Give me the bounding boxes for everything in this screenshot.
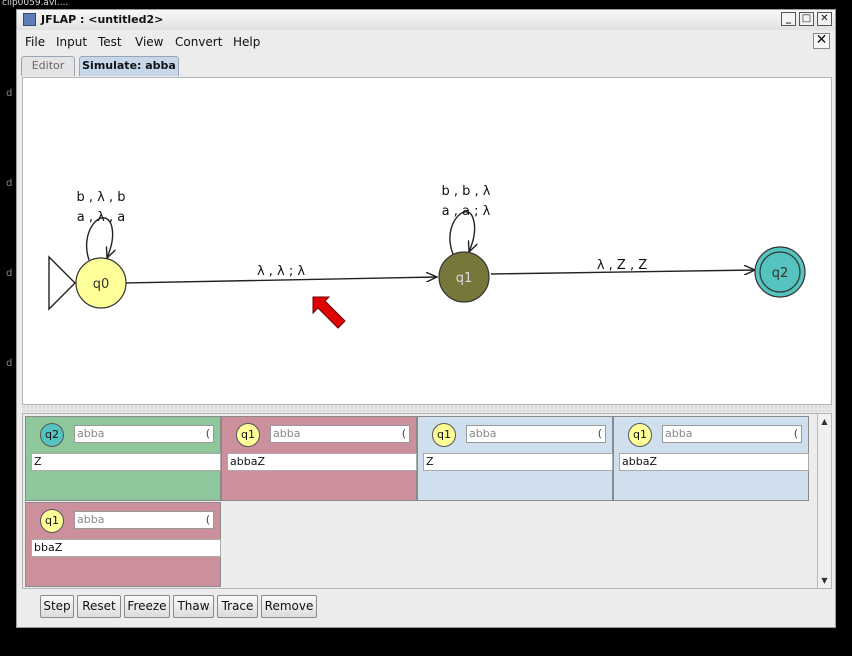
menu-input[interactable]: Input [56, 35, 87, 49]
config-stack: bbaZ [31, 539, 221, 557]
simulation-toolbar: Step Reset Freeze Thaw Trace Remove [22, 591, 832, 623]
loop-label-q0-a: a , λ , a [77, 210, 125, 225]
app-window: JFLAP : <untitled2> _ □ ✕ File Input Tes… [16, 9, 836, 628]
title-bar[interactable]: JFLAP : <untitled2> _ □ ✕ [17, 10, 835, 31]
config-stack: Z [31, 453, 221, 471]
config-state-icon: q1 [236, 423, 260, 447]
config-state-icon: q2 [40, 423, 64, 447]
jflap-app-icon [23, 13, 36, 26]
config-input-tape: abba ( [466, 425, 606, 443]
remove-button[interactable]: Remove [261, 595, 317, 618]
configuration-card[interactable]: q2 abba ( Z [25, 416, 221, 501]
window-title: JFLAP : <untitled2> [41, 13, 164, 26]
config-state-icon: q1 [628, 423, 652, 447]
tape-end-marker: ( [205, 513, 210, 526]
configuration-card[interactable]: q1 abba ( abbaZ [613, 416, 809, 501]
configurations-panel: q2 abba ( Z q1 abba ( abbaZ q1 abba ( Z q1 … [22, 413, 832, 589]
configurations-scrollbar[interactable]: ▲ ▼ [817, 414, 831, 588]
loop-label-q0-b: b , λ , b [77, 190, 126, 205]
configuration-card[interactable]: q1 abba ( Z [417, 416, 613, 501]
tape-end-marker: ( [793, 427, 798, 440]
close-document-button[interactable]: ✕ [813, 33, 830, 49]
scroll-up-arrow-icon[interactable]: ▲ [818, 415, 831, 428]
mouse-cursor-icon [312, 296, 346, 329]
config-input-tape: abba ( [74, 511, 214, 529]
margin-mark: d [6, 358, 13, 369]
tape-end-marker: ( [401, 427, 406, 440]
config-input-text: abba [77, 513, 105, 526]
minimize-button[interactable]: _ [781, 12, 796, 26]
menu-file[interactable]: File [25, 35, 45, 49]
config-state-icon: q1 [432, 423, 456, 447]
config-stack: abbaZ [227, 453, 417, 471]
menu-help[interactable]: Help [233, 35, 260, 49]
automaton-diagram: b , λ , b a , λ , a b , b , λ a , a ; λ … [48, 184, 806, 329]
margin-mark: d [6, 268, 13, 279]
reset-button[interactable]: Reset [77, 595, 121, 618]
automaton-canvas[interactable]: b , λ , b a , λ , a b , b , λ a , a ; λ … [22, 77, 832, 405]
loop-label-q1-a: a , a ; λ [442, 204, 491, 219]
configuration-card[interactable]: q1 abba ( abbaZ [221, 416, 417, 501]
config-input-tape: abba ( [662, 425, 802, 443]
screen-caption: clip0059.avi.... [2, 0, 69, 8]
trace-button[interactable]: Trace [217, 595, 258, 618]
state-q2-label: q2 [772, 266, 789, 281]
config-state-icon: q1 [40, 509, 64, 533]
transition-label-q1-q2: λ , Z , Z [597, 258, 647, 273]
config-stack: Z [423, 453, 613, 471]
menu-view[interactable]: View [135, 35, 163, 49]
transition-label-q0-q1: λ , λ ; λ [257, 264, 305, 279]
menu-bar: File Input Test View Convert Help ✕ [17, 30, 835, 52]
tab-simulate[interactable]: Simulate: abba [79, 56, 179, 76]
tape-end-marker: ( [597, 427, 602, 440]
configuration-card[interactable]: q1 abba ( bbaZ [25, 502, 221, 587]
margin-mark: d [6, 178, 13, 189]
close-window-button[interactable]: ✕ [817, 12, 832, 26]
step-button[interactable]: Step [40, 595, 74, 618]
config-stack: abbaZ [619, 453, 809, 471]
tape-end-marker: ( [205, 427, 210, 440]
config-input-text: abba [665, 427, 693, 440]
thaw-button[interactable]: Thaw [173, 595, 214, 618]
state-q0-label: q0 [93, 277, 110, 292]
menu-convert[interactable]: Convert [175, 35, 222, 49]
margin-mark: d [6, 88, 13, 99]
config-input-tape: abba ( [270, 425, 410, 443]
loop-label-q1-b: b , b , λ [442, 184, 491, 199]
config-input-text: abba [273, 427, 301, 440]
scroll-down-arrow-icon[interactable]: ▼ [818, 574, 831, 587]
menu-test[interactable]: Test [98, 35, 122, 49]
freeze-button[interactable]: Freeze [124, 595, 170, 618]
split-pane-divider[interactable] [22, 405, 832, 412]
tab-editor[interactable]: Editor [21, 56, 75, 76]
state-q1-label: q1 [456, 271, 473, 286]
config-input-text: abba [469, 427, 497, 440]
config-input-text: abba [77, 427, 105, 440]
initial-state-marker [48, 255, 76, 311]
config-input-tape: abba ( [74, 425, 214, 443]
maximize-button[interactable]: □ [799, 12, 814, 26]
